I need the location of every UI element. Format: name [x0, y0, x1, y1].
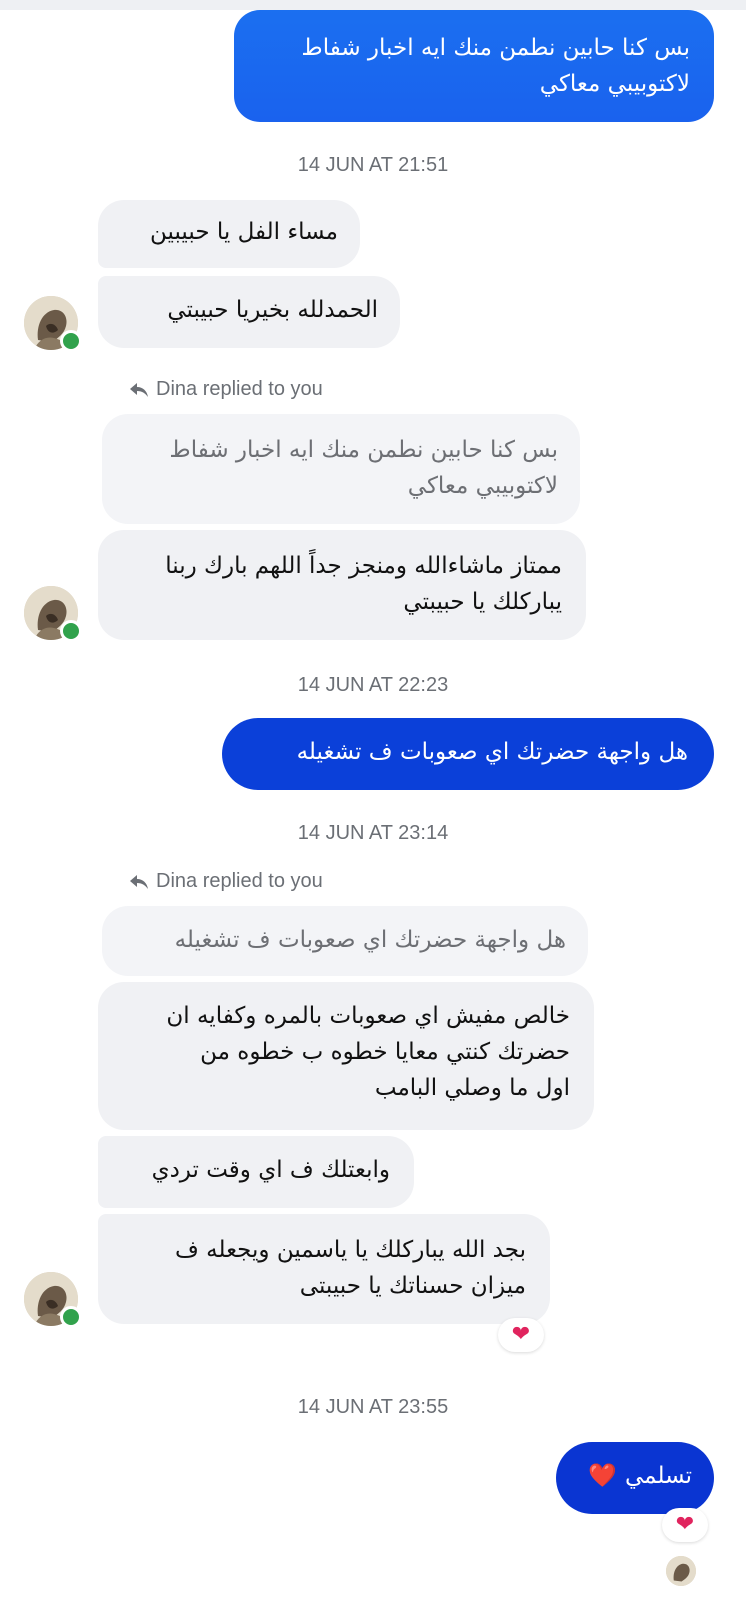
reply-notice: Dina replied to you: [128, 378, 323, 401]
outgoing-message[interactable]: بس كنا حابين نطمن منك ايه اخبار شفاط لاك…: [234, 10, 714, 122]
online-status-dot: [60, 620, 82, 642]
heart-reaction[interactable]: ❤: [662, 1508, 708, 1542]
reply-arrow-icon: [130, 382, 148, 397]
outgoing-message[interactable]: هل واجهة حضرتك اي صعوبات ف تشغيله: [222, 718, 714, 790]
quoted-message[interactable]: هل واجهة حضرتك اي صعوبات ف تشغيله: [102, 906, 588, 976]
contact-avatar[interactable]: [24, 1272, 82, 1328]
timestamp: 14 JUN AT 22:23: [297, 674, 449, 696]
reply-notice-text: Dina replied to you: [156, 378, 323, 400]
reply-arrow-icon: [130, 874, 148, 889]
heart-reaction[interactable]: ❤: [498, 1318, 544, 1352]
avatar-image: [666, 1556, 696, 1586]
incoming-message[interactable]: مساء الفل يا حبيبين: [98, 200, 360, 268]
incoming-message[interactable]: خالص مفيش اي صعوبات بالمره وكفايه ان حضر…: [98, 982, 594, 1130]
incoming-message[interactable]: الحمدلله بخيريا حبيبتي: [98, 276, 400, 348]
timestamp: 14 JUN AT 23:14: [297, 822, 449, 844]
outgoing-message[interactable]: تسلمي ❤️: [556, 1442, 714, 1514]
quoted-message[interactable]: بس كنا حابين نطمن منك ايه اخبار شفاط لاك…: [102, 414, 580, 524]
reply-notice: Dina replied to you: [128, 870, 323, 893]
contact-avatar[interactable]: [24, 586, 82, 642]
incoming-message[interactable]: ممتاز ماشاءالله ومنجز جداً اللهم بارك رب…: [98, 530, 586, 640]
contact-avatar[interactable]: [24, 296, 82, 352]
heart-icon: ❤: [675, 1512, 695, 1537]
reply-notice-text: Dina replied to you: [156, 870, 323, 892]
online-status-dot: [60, 1306, 82, 1328]
message-text: تسلمي: [624, 1463, 692, 1489]
incoming-message[interactable]: بجد الله يباركلك يا ياسمين ويجعله ف ميزا…: [98, 1214, 550, 1324]
incoming-message[interactable]: وابعتلك ف اي وقت تردي: [98, 1136, 414, 1208]
heart-emoji-icon: ❤️: [588, 1463, 617, 1489]
online-status-dot: [60, 330, 82, 352]
timestamp: 14 JUN AT 21:51: [297, 154, 449, 176]
timestamp: 14 JUN AT 23:55: [297, 1396, 449, 1418]
contact-avatar-partial: [666, 1556, 696, 1586]
heart-icon: ❤: [511, 1322, 531, 1347]
top-divider: [0, 0, 746, 10]
